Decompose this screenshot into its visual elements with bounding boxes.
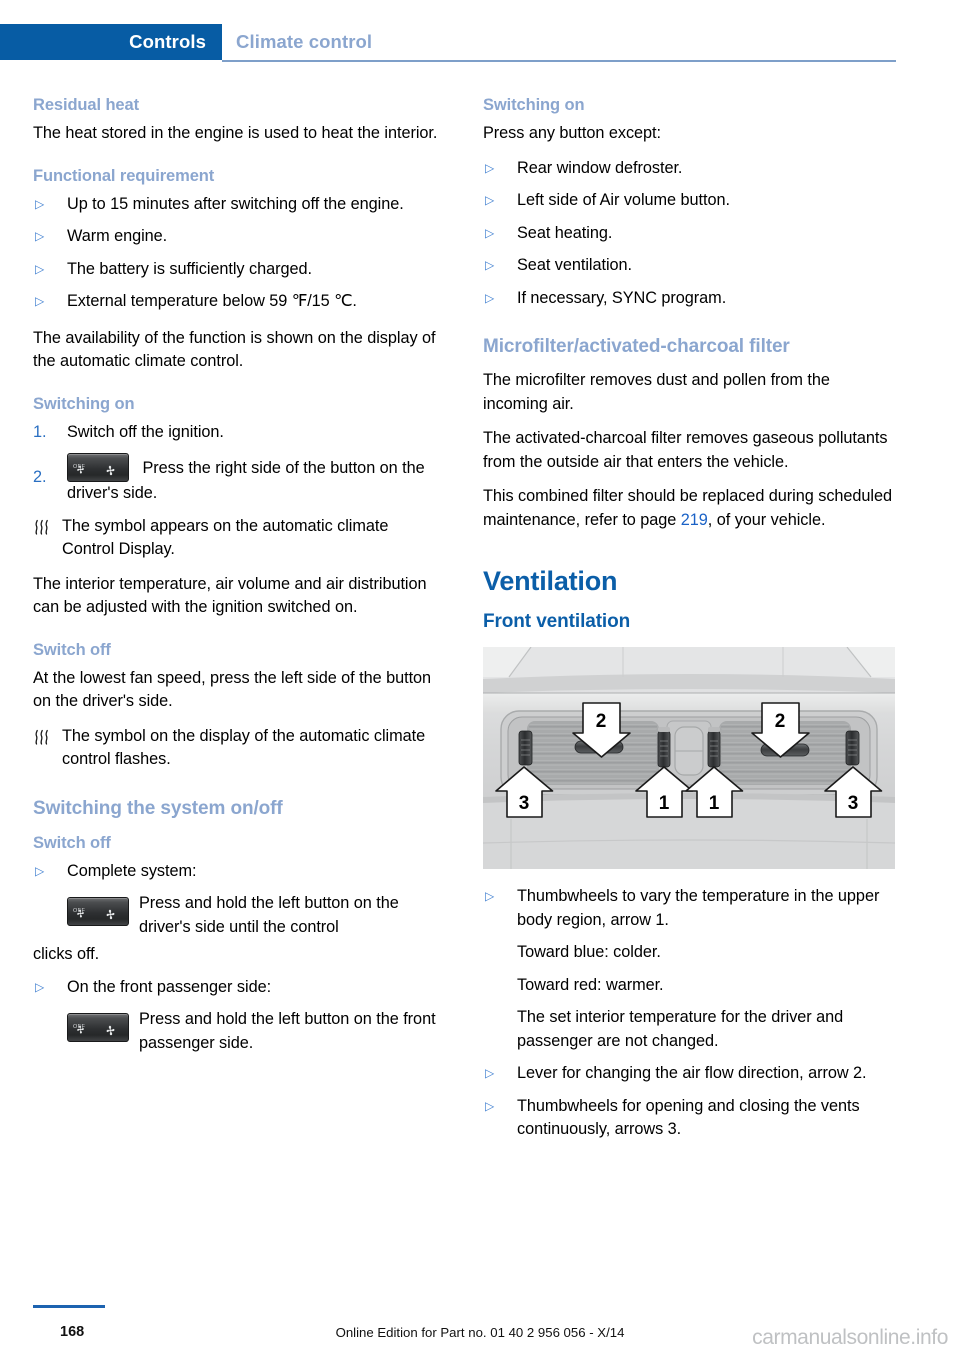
residual-heat-intro: The heat stored in the engine is used to… [33,124,438,142]
microfilter-p2: The activated-charcoal filter removes ga… [483,429,888,471]
page-reference-link[interactable]: 219 [681,511,708,529]
heading-switching-on-left: Switching on [33,394,135,413]
tab-controls[interactable]: Controls [0,24,222,60]
list-item: External temperature below 59 ℉/15 ℃. [33,290,443,314]
list-item: The battery is sufficiently charged. [33,258,443,282]
functional-requirement-after-text: The availability of the function is show… [33,328,436,371]
switching-on-exceptions-list: Rear window defroster. Left side of Air … [483,157,893,311]
list-item: Thumbwheels to vary the temperature in t… [483,885,893,1053]
list-item: Seat heating. [483,222,893,246]
svg-text:2: 2 [596,711,607,732]
heading-residual-heat: Residual heat [33,96,139,114]
note-text: The symbol on the display of the automat… [62,726,426,769]
climate-off-button-icon: OFF [67,453,129,482]
list-item-text: External temperature below 59 ℉/15 ℃. [67,292,357,310]
list-item: Rear window defroster. [483,157,893,181]
fan-icon-right [104,461,117,485]
step-number: 1. [33,422,47,441]
list-item-text: If necessary, SYNC program. [517,288,727,307]
list-item: Thumbwheels for opening and closing the … [483,1095,893,1142]
heading-switch-off-2: Switch off [33,833,111,852]
step-item-with-button: 2. OFF Press the right side of the butto… [33,453,443,506]
svg-text:2: 2 [775,711,786,732]
tab-climate-control[interactable]: Climate control [236,24,372,60]
svg-text:1: 1 [709,793,720,814]
list-item-text: Lever for changing the air flow directio… [517,1064,867,1082]
left-column: Residual heat The heat stored in the eng… [33,96,443,1059]
front-ventilation-figure: 2 2 1 1 3 3 [483,647,895,869]
button-description-text: Press and hold the left button on the dr… [139,894,399,936]
passenger-side-list: On the front passenger side: [33,976,443,1000]
header-divider [222,60,896,62]
heading-ventilation: Ventilation [483,566,618,596]
off-label: OFF [73,907,86,914]
switching-on-after-text: The interior temperature, air volume and… [33,574,427,617]
fan-icon-right [104,905,117,929]
heading-switching-system-on-off: Switching the system on/off [33,797,283,819]
svg-text:1: 1 [659,793,670,814]
list-item-text: On the front passenger side: [67,977,272,996]
list-item: Left side of Air volume button. [483,189,893,213]
list-item-text: The battery is sufficiently charged. [67,259,312,278]
complete-system-trailing-text: clicks off. [33,945,100,963]
list-item-text: Warm engine. [67,227,168,245]
watermark: carmanualsonline.info [752,1326,948,1349]
ventilation-controls-list: Thumbwheels to vary the temperature in t… [483,885,893,1142]
list-item-text: Left side of Air volume button. [517,191,730,209]
climate-off-button-icon: OFF [67,1013,129,1042]
switch-off-system-list: Complete system: [33,860,443,884]
sub-text: Toward red: warmer. [517,975,664,994]
list-item-text: Seat heating. [517,223,613,242]
air-vent-illustration: 2 2 1 1 3 3 [483,647,895,869]
switch-off-text: At the lowest fan speed, press the left … [33,668,432,711]
button-description-text: Press and hold the left button on the fr… [139,1010,436,1052]
list-item-text: Up to 15 minutes after switching off the… [67,194,404,213]
right-column: Switching on Press any button except: Re… [483,96,895,1151]
steam-symbol-icon [33,518,53,536]
list-item-text: Thumbwheels to vary the temperature in t… [517,887,880,929]
list-item: Complete system: [33,860,443,884]
list-item-text: Complete system: [67,861,197,880]
heading-microfilter: Microfilter/activated-charcoal filter [483,336,790,357]
heading-functional-requirement: Functional requirement [33,166,215,185]
microfilter-p1: The microfilter removes dust and pollen … [483,371,830,413]
step-text: Switch off the ignition. [67,422,224,441]
heading-front-ventilation: Front ventilation [483,611,631,632]
list-item: Up to 15 minutes after switching off the… [33,193,443,217]
list-item-text: Thumbwheels for opening and closing the … [517,1096,860,1139]
footer-divider [33,1305,105,1308]
climate-off-button-icon: OFF [67,897,129,926]
list-item-text: Rear window defroster. [517,158,683,177]
step-number: 2. [33,468,47,486]
fan-icon-right [104,1021,117,1045]
page-header: Controls Climate control [0,24,960,62]
microfilter-p3: This combined filter should be replaced … [483,485,893,532]
note-text: The symbol appears on the automatic clim… [62,516,389,559]
heading-switch-off-1: Switch off [33,640,111,659]
list-item: On the front passenger side: [33,976,443,1000]
list-item: Warm engine. [33,225,443,249]
off-label: OFF [73,463,86,470]
list-item-text: Seat ventilation. [517,256,633,274]
sub-text: Toward blue: colder. [517,943,661,961]
list-item: Seat ventilation. [483,254,893,278]
functional-requirement-list: Up to 15 minutes after switching off the… [33,193,443,314]
switching-on-steps: 1. Switch off the ignition. [33,421,443,445]
passenger-side-button-row: OFF Press and hold the left button on th… [67,1008,443,1055]
sub-text: The set interior temperature for the dri… [517,1008,844,1050]
list-item: Lever for changing the air flow directio… [483,1062,893,1086]
residual-heat-note-1: The symbol appears on the automatic clim… [33,515,443,562]
off-label: OFF [73,1023,86,1030]
switching-on-intro: Press any button except: [483,124,661,142]
svg-text:3: 3 [848,793,859,814]
heading-switching-on-right: Switching on [483,96,585,114]
complete-system-button-row: OFF Press and hold the left button on th… [67,892,443,939]
steam-symbol-icon [33,728,53,746]
residual-heat-note-2: The symbol on the display of the automat… [33,725,443,772]
step-item: 1. Switch off the ignition. [33,421,443,445]
microfilter-p3-after: , of your vehicle. [707,510,826,529]
list-item: If necessary, SYNC program. [483,287,893,311]
svg-text:3: 3 [519,793,530,814]
